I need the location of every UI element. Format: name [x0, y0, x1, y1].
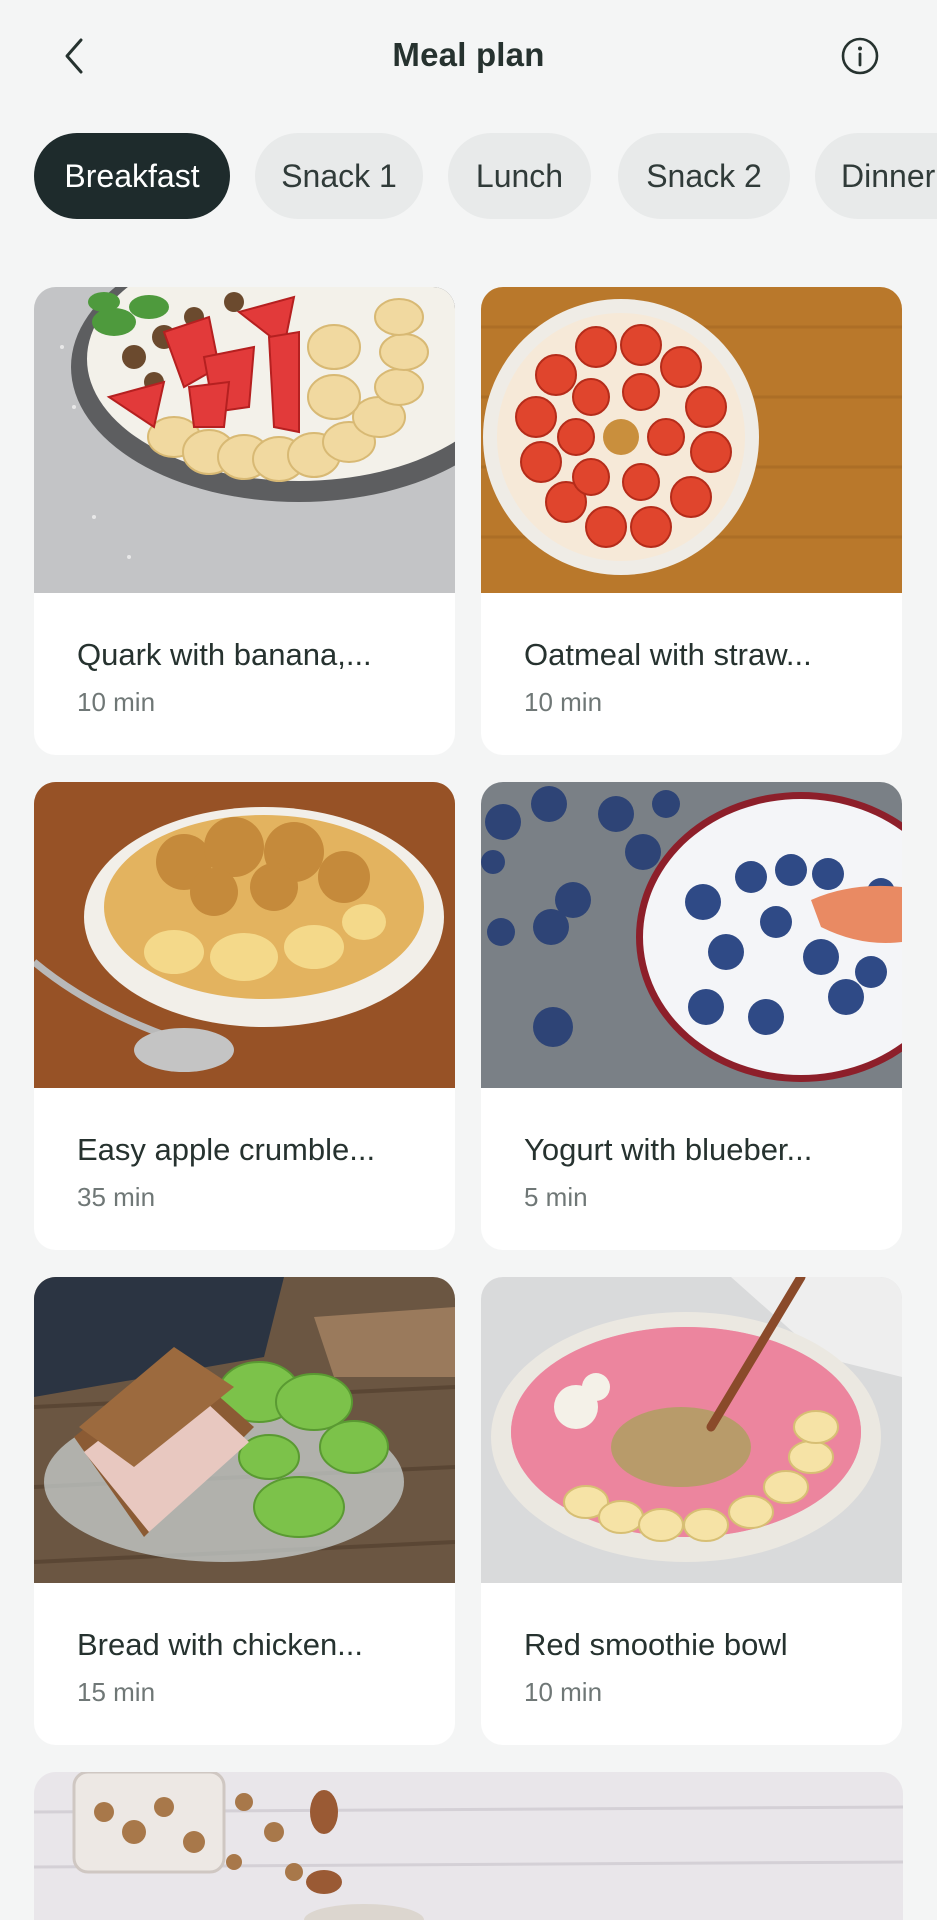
recipe-name: Bread with chicken...: [77, 1627, 364, 1662]
recipe-name: Yogurt with blueber...: [524, 1132, 813, 1167]
recipe-time: 15 min: [77, 1677, 156, 1707]
tab-snack-1[interactable]: Snack 1: [255, 133, 423, 219]
recipe-card-quark-banana[interactable]: Quark with banana,... 10 min: [34, 287, 455, 755]
recipe-time: 5 min: [524, 1182, 588, 1212]
info-button[interactable]: [834, 30, 886, 82]
recipe-time: 10 min: [524, 1677, 603, 1707]
recipe-image-oatmeal-strawberries: [481, 287, 902, 593]
tab-dinner[interactable]: Dinner: [815, 133, 937, 219]
meal-tabs: Breakfast Snack 1 Lunch Snack 2 Dinner: [34, 133, 937, 219]
recipe-card-partial[interactable]: [34, 1772, 903, 1920]
recipe-image-red-smoothie-bowl: [481, 1277, 902, 1583]
recipe-image-apple-crumble: [34, 782, 455, 1088]
recipe-card-apple-crumble[interactable]: Easy apple crumble... 35 min: [34, 782, 455, 1250]
recipe-time: 35 min: [77, 1182, 156, 1212]
recipe-card-oatmeal-strawberries[interactable]: Oatmeal with straw... 10 min: [481, 287, 902, 755]
recipe-card-bread-chicken[interactable]: Bread with chicken... 15 min: [34, 1277, 455, 1745]
info-circle-icon: [841, 37, 879, 75]
tab-lunch[interactable]: Lunch: [448, 133, 591, 219]
recipe-card-yogurt-blueberries[interactable]: Yogurt with blueber... 5 min: [481, 782, 902, 1250]
recipe-name: Oatmeal with straw...: [524, 637, 812, 672]
recipe-name: Quark with banana,...: [77, 637, 372, 672]
recipe-image-granola: [34, 1772, 903, 1920]
top-bar: Meal plan: [0, 0, 937, 112]
recipe-image-bread-chicken: [34, 1277, 455, 1583]
recipe-image-yogurt-blueberries: [481, 782, 902, 1088]
recipe-name: Red smoothie bowl: [524, 1627, 788, 1662]
page-title: Meal plan: [392, 36, 545, 73]
recipe-time: 10 min: [77, 687, 156, 717]
tab-breakfast[interactable]: Breakfast: [34, 133, 230, 219]
recipe-name: Easy apple crumble...: [77, 1132, 376, 1167]
recipe-time: 10 min: [524, 687, 603, 717]
recipe-image-quark-banana: [34, 287, 455, 593]
recipe-card-red-smoothie-bowl[interactable]: Red smoothie bowl 10 min: [481, 1277, 902, 1745]
tab-snack-2[interactable]: Snack 2: [618, 133, 790, 219]
